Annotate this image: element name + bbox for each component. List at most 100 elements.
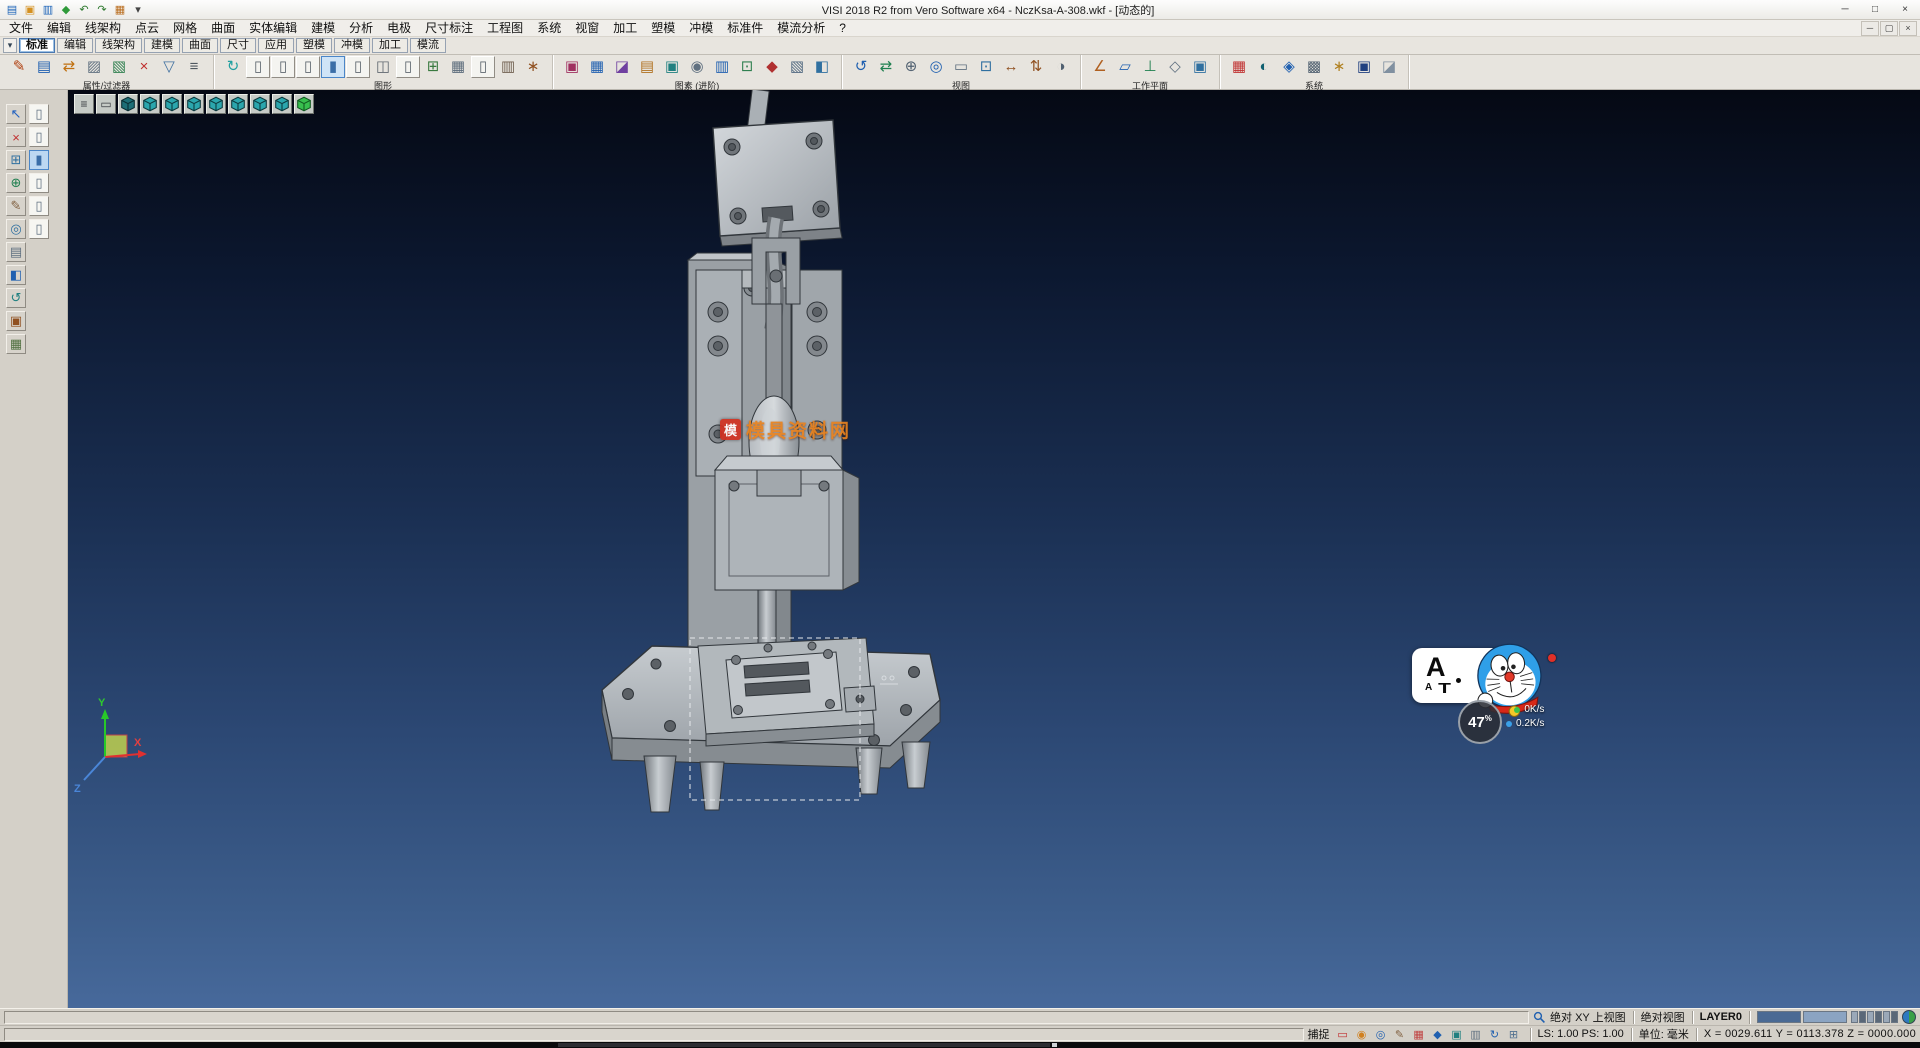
- left-toolbar-button[interactable]: ×: [6, 127, 26, 147]
- toolbar-button[interactable]: ▣: [1188, 56, 1212, 78]
- left-toolbar-button[interactable]: ▯: [29, 196, 49, 216]
- ribbon-tab[interactable]: 标准: [19, 38, 55, 53]
- toolbar-button[interactable]: ∗: [521, 56, 545, 78]
- menu-item[interactable]: 工程图: [480, 20, 530, 36]
- toolbar-button[interactable]: ⊕: [899, 56, 923, 78]
- menu-item[interactable]: 电极: [380, 20, 418, 36]
- view-orientation-button[interactable]: [272, 94, 292, 114]
- menu-item[interactable]: 曲面: [204, 20, 242, 36]
- view-orientation-button[interactable]: [162, 94, 182, 114]
- toolbar-button[interactable]: ⊡: [735, 56, 759, 78]
- mdi-window-button[interactable]: ─: [1861, 21, 1879, 36]
- window-control-button[interactable]: □: [1860, 0, 1890, 19]
- quick-access-icon[interactable]: ▤: [4, 2, 20, 18]
- toolbar-button[interactable]: ▣: [1352, 56, 1376, 78]
- toolbar-button[interactable]: ◇: [1163, 56, 1187, 78]
- quick-access-icon[interactable]: ▾: [130, 2, 146, 18]
- quick-access-icon[interactable]: ◆: [58, 2, 74, 18]
- mdi-window-button[interactable]: ▢: [1880, 21, 1898, 36]
- toolbar-button[interactable]: ▩: [1302, 56, 1326, 78]
- view-orientation-button[interactable]: [140, 94, 160, 114]
- toolbar-button[interactable]: ▣: [560, 56, 584, 78]
- view-orientation-button[interactable]: ▭: [96, 94, 116, 114]
- ribbon-tab[interactable]: 塑模: [296, 38, 332, 53]
- os-taskbar[interactable]: [0, 1042, 1920, 1048]
- view-orientation-button[interactable]: [184, 94, 204, 114]
- status-toggle-button[interactable]: ◉: [1353, 1027, 1371, 1042]
- view-orientation-button[interactable]: [206, 94, 226, 114]
- quick-access-icon[interactable]: ↶: [76, 2, 92, 18]
- left-toolbar-button[interactable]: ✎: [6, 196, 26, 216]
- view-mode-label[interactable]: 绝对 XY 上视图: [1550, 1009, 1626, 1025]
- toolbar-button[interactable]: ⊞: [421, 56, 445, 78]
- menu-item[interactable]: 系统: [530, 20, 568, 36]
- menu-item[interactable]: 实体编辑: [242, 20, 304, 36]
- toolbar-button[interactable]: ⇅: [1024, 56, 1048, 78]
- layer-color-swatch[interactable]: [1757, 1011, 1801, 1023]
- cad-model-toggle-clamp[interactable]: [602, 90, 940, 812]
- status-toggle-button[interactable]: ▣: [1448, 1027, 1466, 1042]
- toolbar-button[interactable]: ▧: [107, 56, 131, 78]
- toolbar-button[interactable]: ▱: [1113, 56, 1137, 78]
- toolbar-button[interactable]: ▣: [660, 56, 684, 78]
- toolbar-button[interactable]: ✎: [7, 56, 31, 78]
- ribbon-tab[interactable]: 建模: [144, 38, 180, 53]
- menu-item[interactable]: 建模: [304, 20, 342, 36]
- left-toolbar-button[interactable]: ◧: [6, 265, 26, 285]
- toolbar-button[interactable]: ◎: [924, 56, 948, 78]
- toolbar-button[interactable]: ▦: [585, 56, 609, 78]
- search-icon[interactable]: [1533, 1011, 1546, 1024]
- left-toolbar-button[interactable]: ▣: [6, 311, 26, 331]
- toolbar-button[interactable]: ▯: [471, 56, 495, 78]
- view-orientation-button[interactable]: [118, 94, 138, 114]
- menu-item[interactable]: 尺寸标注: [418, 20, 480, 36]
- active-layer-label[interactable]: LAYER0: [1700, 1011, 1742, 1023]
- menu-item[interactable]: 线架构: [78, 20, 128, 36]
- toolbar-button[interactable]: ▯: [396, 56, 420, 78]
- menu-item[interactable]: 文件: [2, 20, 40, 36]
- window-control-button[interactable]: ─: [1830, 0, 1860, 19]
- ribbon-tab[interactable]: 应用: [258, 38, 294, 53]
- menu-item[interactable]: 网格: [166, 20, 204, 36]
- toolbar-button[interactable]: ◐: [1252, 56, 1276, 78]
- view-orientation-button[interactable]: [294, 94, 314, 114]
- toolbar-button[interactable]: ▦: [1227, 56, 1251, 78]
- left-toolbar-button[interactable]: ◎: [6, 219, 26, 239]
- quick-access-icon[interactable]: ▣: [22, 2, 38, 18]
- toolbar-button[interactable]: ▧: [785, 56, 809, 78]
- toolbar-button[interactable]: ↺: [849, 56, 873, 78]
- toolbar-button[interactable]: ▯: [246, 56, 270, 78]
- menu-item[interactable]: 模流分析: [770, 20, 832, 36]
- tab-dropdown-icon[interactable]: ▾: [3, 38, 17, 53]
- cad-model-canvas[interactable]: Y X Z: [68, 90, 1920, 1008]
- menu-item[interactable]: 加工: [606, 20, 644, 36]
- menu-item[interactable]: 分析: [342, 20, 380, 36]
- toolbar-button[interactable]: ∗: [1327, 56, 1351, 78]
- status-toggle-button[interactable]: ▦: [1410, 1027, 1428, 1042]
- view-orientation-button[interactable]: ≡: [74, 94, 94, 114]
- ribbon-tab[interactable]: 线架构: [95, 38, 142, 53]
- ribbon-tab[interactable]: 编辑: [57, 38, 93, 53]
- ribbon-tab[interactable]: 加工: [372, 38, 408, 53]
- viewport-3d[interactable]: ≡ ▭: [68, 90, 1920, 1008]
- progress-percent-badge[interactable]: 47%: [1458, 700, 1502, 744]
- toolbar-button[interactable]: ▯: [296, 56, 320, 78]
- view-orientation-button[interactable]: [228, 94, 248, 114]
- toolbar-button[interactable]: ▥: [710, 56, 734, 78]
- status-toggle-button[interactable]: ▭: [1334, 1027, 1352, 1042]
- left-toolbar-button[interactable]: ▮: [29, 150, 49, 170]
- status-toggle-button[interactable]: ▥: [1467, 1027, 1485, 1042]
- toolbar-button[interactable]: ◧: [810, 56, 834, 78]
- left-toolbar-button[interactable]: ↖: [6, 104, 26, 124]
- status-toggle-button[interactable]: ↻: [1486, 1027, 1504, 1042]
- toolbar-button[interactable]: ▦: [446, 56, 470, 78]
- ribbon-tab[interactable]: 模流: [410, 38, 446, 53]
- left-toolbar-button[interactable]: ▯: [29, 219, 49, 239]
- toolbar-button[interactable]: ▥: [496, 56, 520, 78]
- snap-toggle-label[interactable]: 捕捉: [1308, 1026, 1330, 1042]
- toolbar-button[interactable]: ◆: [760, 56, 784, 78]
- toolbar-button[interactable]: ↻: [221, 56, 245, 78]
- absolute-view-label[interactable]: 绝对视图: [1641, 1009, 1685, 1025]
- ribbon-tab[interactable]: 冲模: [334, 38, 370, 53]
- toolbar-button[interactable]: ≡: [182, 56, 206, 78]
